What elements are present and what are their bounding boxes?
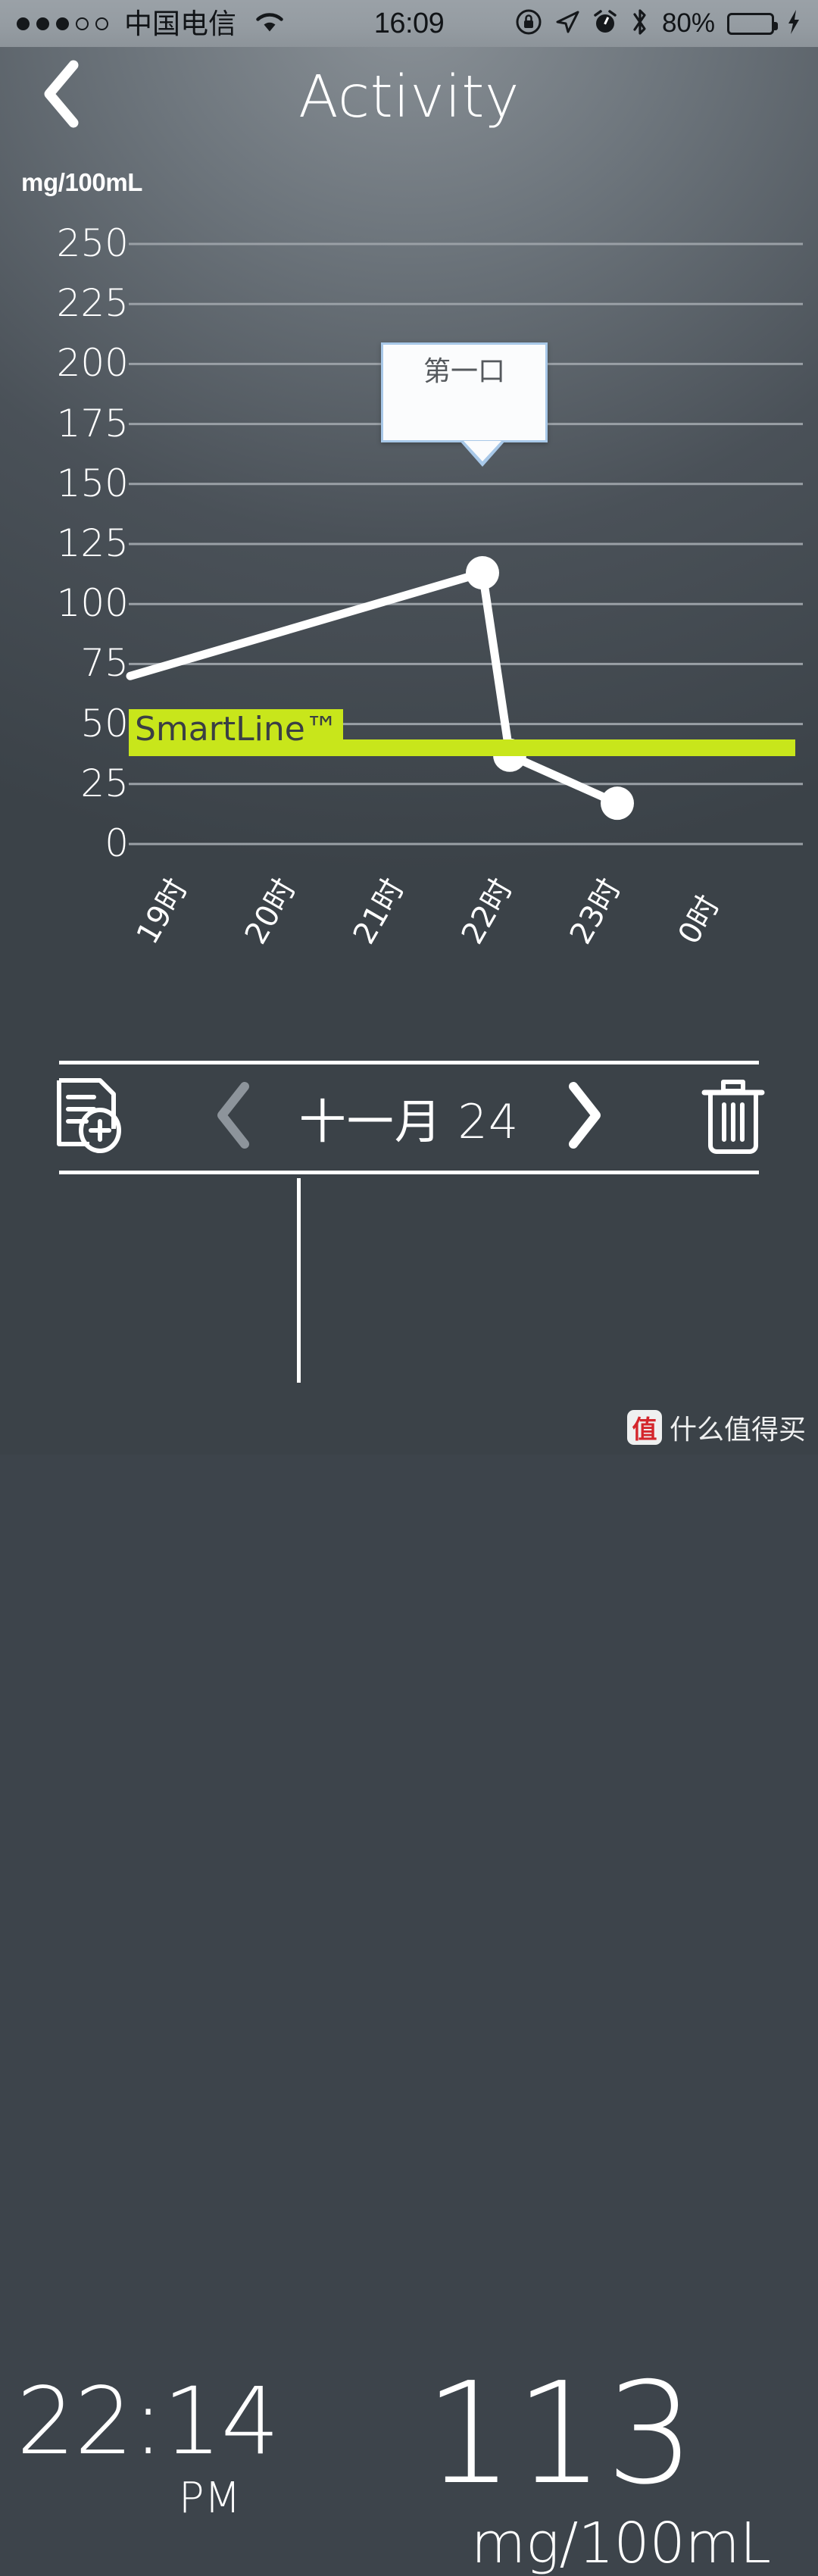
current-date-label[interactable]: 十一月 24 <box>250 1083 568 1152</box>
signal-dot-2 <box>36 17 49 30</box>
signal-dot-1 <box>17 17 30 30</box>
add-note-icon <box>57 1078 121 1153</box>
watermark-text: 什么值得买 <box>669 1415 806 1446</box>
chart-series-layer <box>126 556 634 821</box>
chart-plot-area <box>126 242 803 846</box>
wifi-icon <box>254 10 286 38</box>
signal-dot-4 <box>76 17 89 30</box>
activity-screen: 中国电信 16:09 80% Activity mg/100mL 250 225… <box>0 0 818 2572</box>
callout-tail-icon <box>460 441 505 467</box>
smartline-label: SmartLine™ <box>129 709 343 757</box>
battery-percent-label: 80% <box>661 8 715 38</box>
chart-data-point[interactable] <box>601 786 634 821</box>
chart-annotation-text: 第一口 <box>423 356 505 387</box>
watermark-badge: 值 <box>626 1410 662 1445</box>
watermark: 值 什么值得买 <box>626 1408 806 1447</box>
reading-readout: 22:14 PM 113 mg/100mL <box>0 1182 818 2572</box>
add-note-button[interactable] <box>44 1074 135 1157</box>
activity-chart: mg/100mL 250 225 200 175 150 125 100 75 50 25 0 Sm… <box>0 144 818 1008</box>
nav-bar: Activity <box>0 47 818 144</box>
rotation-lock-icon <box>515 8 542 39</box>
trash-icon <box>701 1079 765 1154</box>
chart-annotation-callout[interactable]: 第一口 <box>381 342 548 442</box>
reading-unit: mg/100mL <box>471 2511 771 2576</box>
reading-time: 22:14 <box>16 2368 280 2475</box>
reading-value: 113 <box>424 2352 697 2515</box>
carrier-name: 中国电信 <box>124 8 236 39</box>
reading-meridiem: PM <box>178 2474 241 2523</box>
bluetooth-icon <box>630 8 650 40</box>
location-arrow-icon <box>554 9 580 39</box>
page-title: Activity <box>298 64 520 131</box>
delete-button[interactable] <box>688 1072 779 1159</box>
chart-series-line <box>126 568 622 808</box>
chevron-left-icon <box>217 1082 249 1149</box>
chevron-right-icon <box>569 1082 601 1149</box>
status-bar: 中国电信 16:09 80% <box>0 0 818 47</box>
lightning-bolt-icon <box>786 8 801 39</box>
status-bar-right: 80% <box>515 8 801 40</box>
chart-data-point[interactable] <box>466 556 499 590</box>
alarm-clock-icon <box>592 9 618 39</box>
status-bar-left: 中国电信 <box>17 10 286 38</box>
signal-dot-5 <box>95 17 108 30</box>
callout-tail-inner <box>464 441 501 461</box>
toolbar-bottom-divider <box>59 1171 759 1174</box>
battery-icon <box>727 12 778 35</box>
signal-dot-3 <box>56 17 69 30</box>
